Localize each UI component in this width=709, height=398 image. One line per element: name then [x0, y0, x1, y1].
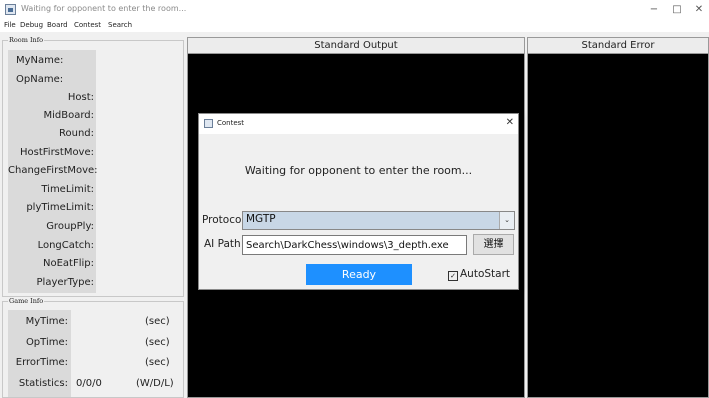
menu-search[interactable]: Search [108, 21, 132, 29]
dialog-app-icon [204, 119, 213, 128]
menu-file[interactable]: File [4, 21, 16, 29]
ai-path-input[interactable] [242, 235, 467, 255]
label-noeatflip: NoEatFlip: [43, 258, 94, 269]
errortime-unit: (sec) [145, 357, 170, 368]
maximize-icon[interactable]: □ [667, 2, 687, 18]
dialog-close-icon[interactable]: ✕ [506, 117, 514, 128]
protocol-select[interactable]: MGTP ⌄ [242, 211, 515, 230]
statistics-value: 0/0/0 [76, 378, 102, 389]
protocol-label: Protocol [202, 214, 245, 226]
minimize-icon[interactable]: − [644, 2, 664, 18]
menu-contest[interactable]: Contest [74, 21, 101, 29]
label-host: Host: [67, 92, 94, 103]
label-round: Round: [58, 128, 94, 139]
contest-dialog: Contest ✕ Waiting for opponent to enter … [198, 113, 519, 290]
contest-dialog-titlebar: Contest ✕ [199, 114, 518, 134]
label-changefirstmove: ChangeFirstMove: [8, 165, 98, 176]
label-groupply: GroupPly: [46, 221, 94, 232]
window-title: Waiting for opponent to enter the room..… [21, 4, 187, 13]
label-playertype: PlayerType: [36, 277, 94, 288]
java-app-icon [5, 4, 16, 15]
close-icon[interactable]: ✕ [689, 2, 709, 18]
game-info-legend: Game Info [8, 297, 45, 305]
contest-dialog-title: Contest [217, 119, 245, 127]
mytime-unit: (sec) [145, 316, 170, 327]
label-mytime: MyTime: [25, 316, 68, 327]
window-titlebar: Waiting for opponent to enter the room..… [0, 0, 709, 20]
label-optime: OpTime: [25, 337, 68, 348]
chevron-down-icon[interactable]: ⌄ [499, 212, 514, 229]
menu-board[interactable]: Board [47, 21, 68, 29]
protocol-value: MGTP [246, 213, 276, 225]
standard-error-header: Standard Error [528, 38, 708, 54]
label-midboard: MidBoard: [43, 110, 94, 121]
optime-unit: (sec) [145, 337, 170, 348]
label-errortime: ErrorTime: [15, 357, 68, 368]
label-opname: OpName: [16, 74, 64, 85]
autostart-checkbox[interactable]: ✓ AutoStart [448, 268, 510, 281]
room-info-legend: Room Info [8, 36, 45, 44]
label-hostfirstmove: HostFirstMove: [20, 147, 94, 158]
standard-output-header: Standard Output [188, 38, 524, 54]
autostart-label: AutoStart [460, 268, 511, 280]
menu-debug[interactable]: Debug [20, 21, 43, 29]
waiting-message: Waiting for opponent to enter the room..… [244, 164, 473, 177]
menu-bar: File Debug Board Contest Search [0, 20, 709, 32]
label-myname: MyName: [16, 55, 64, 66]
browse-button[interactable]: 選擇 [473, 234, 514, 255]
label-longcatch: LongCatch: [37, 240, 94, 251]
standard-error-pane[interactable]: Standard Error [527, 37, 709, 398]
label-statistics: Statistics: [18, 378, 68, 389]
label-timelimit: TimeLimit: [41, 184, 94, 195]
ready-button[interactable]: Ready [306, 264, 412, 285]
checkbox-checked-icon[interactable]: ✓ [448, 271, 458, 281]
label-plytimelimit: plyTimeLimit: [26, 202, 94, 213]
statistics-unit: (W/D/L) [136, 378, 174, 389]
ai-path-label: AI Path [204, 238, 241, 250]
